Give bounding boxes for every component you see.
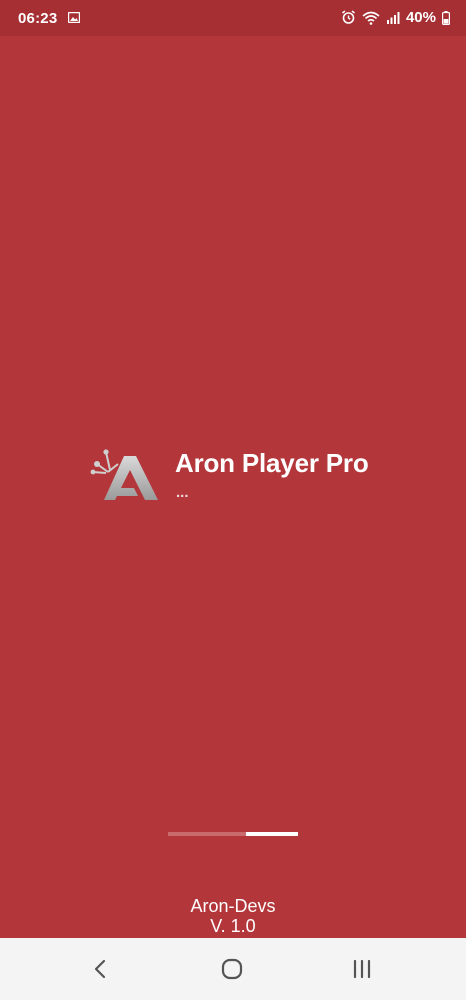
status-time: 06:23: [18, 10, 58, 27]
alarm-icon: [342, 10, 355, 24]
developer-label: Aron-Devs: [190, 896, 276, 916]
recents-icon: [353, 959, 371, 979]
status-icons: 40%: [341, 9, 450, 26]
progress-fill: [246, 832, 298, 836]
navigation-bar: [0, 938, 466, 1000]
loading-indicator: ...: [176, 484, 189, 501]
aron-logo-icon: [90, 449, 158, 500]
status-bar: 06:23 40%: [0, 0, 466, 36]
splash-content: Aron Player Pro ...: [90, 442, 390, 512]
back-button[interactable]: [80, 955, 120, 983]
home-button[interactable]: [212, 955, 252, 983]
home-icon: [221, 958, 243, 980]
battery-percent: 40%: [405, 9, 436, 26]
loading-progress-bar: [168, 832, 298, 836]
battery-icon: [442, 10, 450, 25]
footer: Aron-Devs V. 1.0: [0, 896, 466, 936]
back-icon: [94, 959, 106, 979]
version-label: V. 1.0: [210, 916, 256, 936]
app-title: Aron Player Pro: [175, 448, 369, 478]
signal-icon: [386, 12, 400, 24]
wifi-icon: [362, 11, 380, 25]
recents-button[interactable]: [342, 955, 382, 983]
gallery-icon: [68, 12, 80, 23]
